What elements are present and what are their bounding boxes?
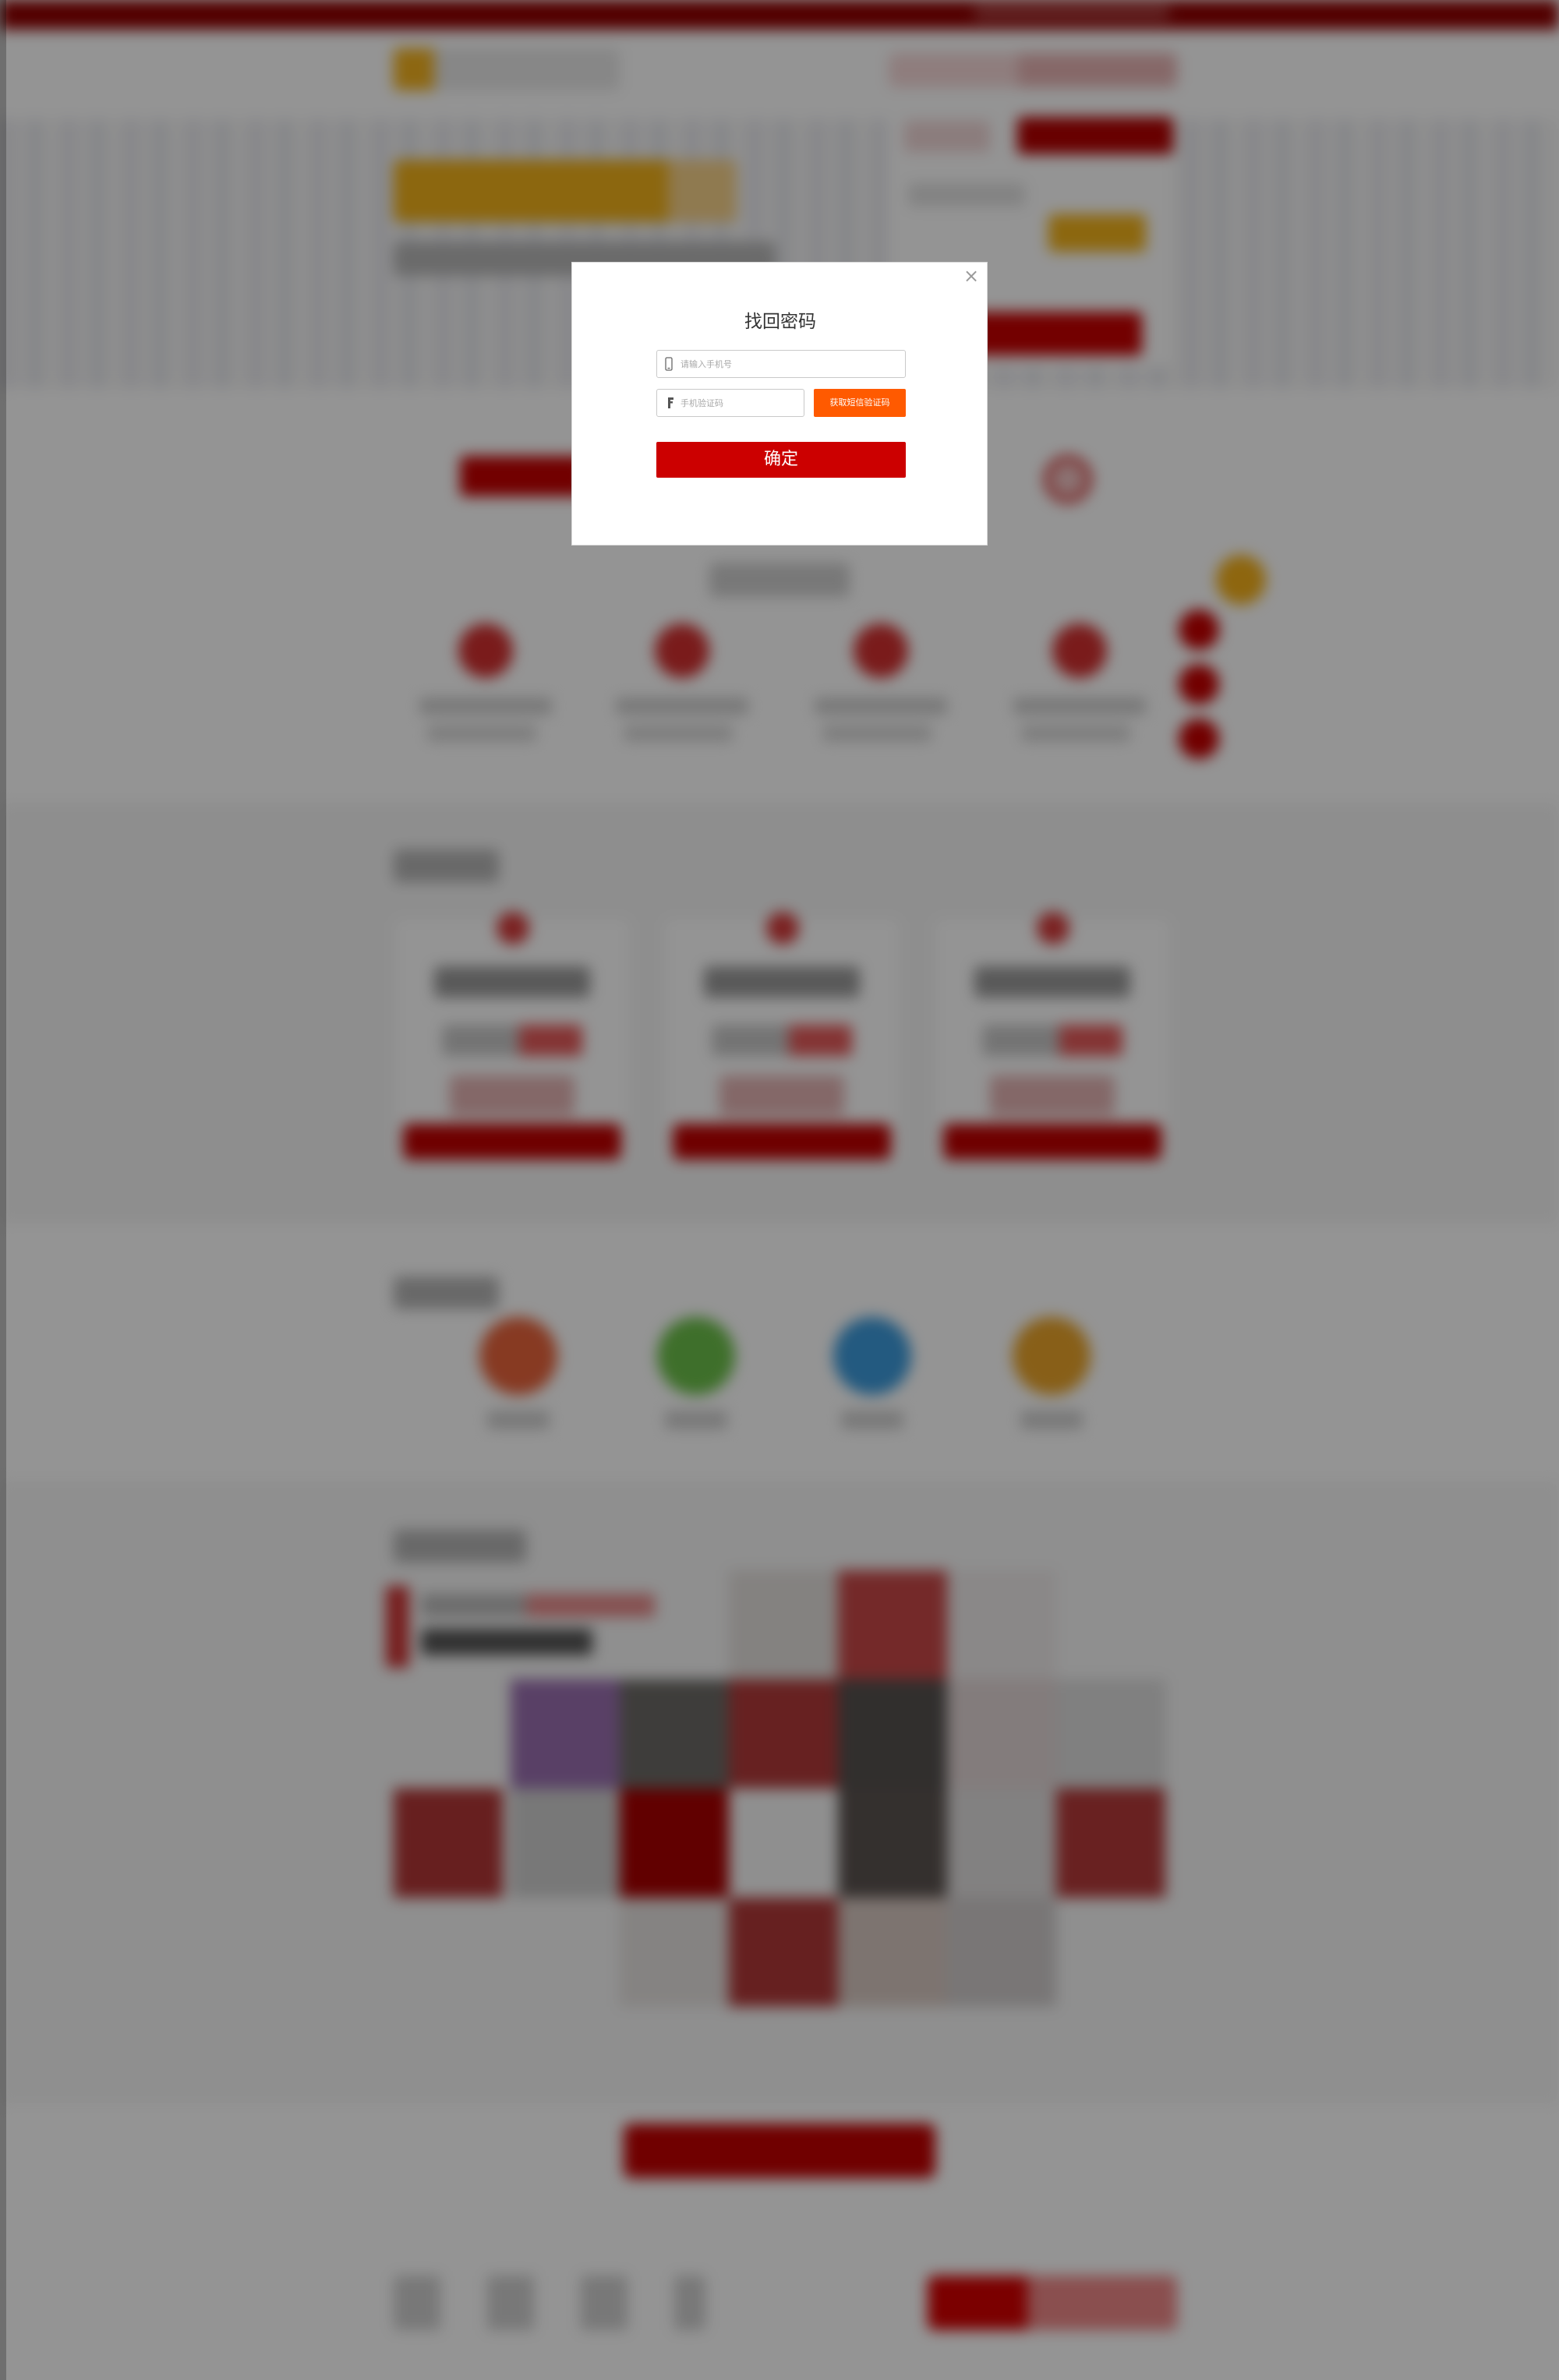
mobile-phone-icon (665, 357, 673, 371)
phone-input[interactable] (681, 351, 899, 377)
sms-code-input[interactable] (681, 390, 797, 416)
confirm-button[interactable]: 确定 (656, 442, 906, 478)
close-icon[interactable]: × (963, 267, 980, 285)
left-edge-shadow (0, 0, 6, 2380)
key-icon (668, 397, 673, 408)
code-field[interactable] (656, 389, 804, 417)
find-password-modal: × 找回密码 获取短信验证码 确定 (571, 262, 988, 546)
get-sms-code-button[interactable]: 获取短信验证码 (814, 389, 906, 417)
modal-title: 找回密码 (744, 312, 816, 332)
phone-field[interactable] (656, 350, 906, 378)
